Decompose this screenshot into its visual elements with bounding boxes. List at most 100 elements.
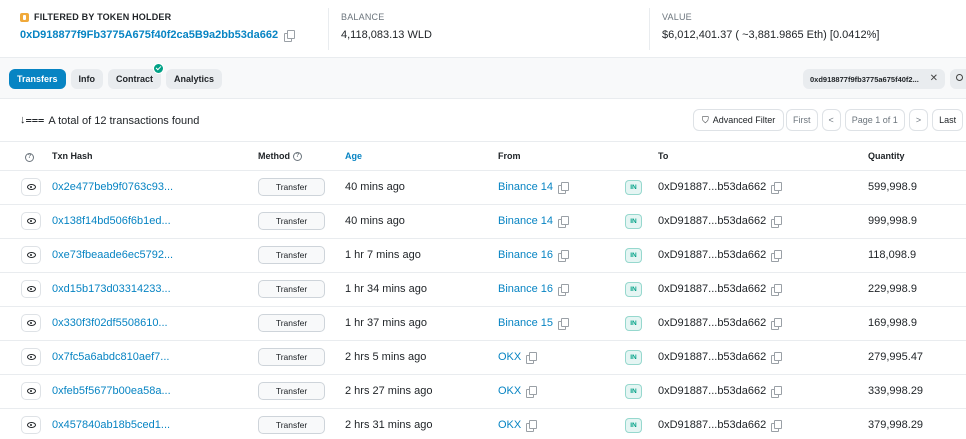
balance-label: BALANCE [341,12,385,22]
from-cell: OKX [498,340,625,375]
copy-icon[interactable] [558,318,570,330]
copy-icon[interactable] [558,182,570,194]
copy-icon[interactable] [558,284,570,296]
holder-section: FILTERED BY TOKEN HOLDER 0xD918877f9Fb37… [20,12,296,42]
to-cell: 0xD91887...b53da662 [658,408,868,439]
preview-cell [0,204,52,239]
txn-hash-link[interactable]: 0xd15b173d03314233... [52,272,258,307]
copy-icon[interactable] [558,216,570,228]
quantity-cell: 229,998.9 [868,272,966,307]
from-link[interactable]: OKX [498,385,521,397]
prev-page-button[interactable]: < [821,109,841,131]
copy-icon[interactable] [771,318,783,330]
method-cell: Transfer [258,170,345,205]
in-badge: IN [625,383,642,399]
txn-hash-link[interactable]: 0xe73fbeaade6ec5792... [52,238,258,273]
copy-icon[interactable] [526,352,538,364]
copy-icon[interactable] [526,386,538,398]
method-cell: Transfer [258,340,345,375]
txn-hash-link[interactable]: 0x7fc5a6abdc810aef7... [52,340,258,375]
direction-cell: IN [625,408,658,439]
from-cell: OKX [498,408,625,439]
from-link[interactable]: OKX [498,351,521,363]
value-value: $6,012,401.37 ( ~3,881.9865 Eth) [0.0412… [662,29,880,41]
holder-address[interactable]: 0xD918877f9Fb3775A675f40f2ca5B9a2bb53da6… [20,29,296,42]
from-link[interactable]: Binance 16 [498,283,553,295]
to-address: 0xD91887...b53da662 [658,317,767,329]
preview-button[interactable] [21,314,41,332]
copy-icon[interactable] [771,182,783,194]
txn-hash-link[interactable]: 0x2e477beb9f0763c93... [52,170,258,205]
direction-cell: IN [625,374,658,409]
preview-button[interactable] [21,178,41,196]
direction-cell: IN [625,306,658,341]
table-header-row: ? Txn Hash Method? Age From To Quantity [0,142,966,171]
tab-contract[interactable]: Contract [108,63,165,89]
age-cell: 40 mins ago [345,204,498,239]
method-cell: Transfer [258,408,345,439]
preview-button[interactable] [21,280,41,298]
from-cell: Binance 14 [498,170,625,205]
preview-button[interactable] [21,382,41,400]
preview-button[interactable] [21,212,41,230]
to-cell: 0xD91887...b53da662 [658,272,868,307]
transactions-table: ? Txn Hash Method? Age From To Quantity … [0,142,966,439]
copy-icon[interactable] [771,250,783,262]
direction-cell: IN [625,272,658,307]
search-button[interactable] [950,69,966,89]
txn-hash-link[interactable]: 0x457840ab18b5ced1... [52,408,258,439]
address-filter-chip[interactable]: 0xd918877f9fb3775a675f40f2... ✕ [803,69,945,89]
copy-icon[interactable] [771,420,783,432]
age-header[interactable]: Age [345,142,498,171]
tab-bar: Transfers Info Contract Analytics [9,63,223,89]
transactions-summary: ↓⩶ A total of 12 transactions found [20,114,199,127]
copy-icon[interactable] [284,30,296,42]
quantity-header: Quantity [868,142,966,171]
from-link[interactable]: OKX [498,419,521,431]
sort-icon[interactable]: ↓⩶ [20,114,44,127]
txn-hash-link[interactable]: 0xfeb5f5677b00ea58a... [52,374,258,409]
direction-cell: IN [625,340,658,375]
quantity-cell: 279,995.47 [868,340,966,375]
advanced-filter-button[interactable]: ⛉ Advanced Filter [693,109,785,131]
copy-icon[interactable] [771,216,783,228]
info-column-header: ? [0,142,52,171]
to-cell: 0xD91887...b53da662 [658,306,868,341]
summary-text: A total of 12 transactions found [48,114,200,127]
txn-hash-link[interactable]: 0x138f14bd506f6b1ed... [52,204,258,239]
tab-analytics[interactable]: Analytics [166,69,223,89]
eye-icon [26,286,36,292]
info-icon[interactable]: ? [25,152,34,162]
method-header-text: Method [258,150,290,161]
age-cell: 2 hrs 5 mins ago [345,340,498,375]
from-link[interactable]: Binance 15 [498,317,553,329]
last-page-button[interactable]: Last [932,109,964,131]
preview-button[interactable] [21,348,41,366]
first-page-button[interactable]: First [786,109,818,131]
tab-transfers[interactable]: Transfers [9,69,66,89]
tab-info[interactable]: Info [70,69,104,89]
to-cell: 0xD91887...b53da662 [658,374,868,409]
copy-icon[interactable] [771,386,783,398]
txn-hash-link[interactable]: 0x330f3f02df5508610... [52,306,258,341]
preview-button[interactable] [21,246,41,264]
from-link[interactable]: Binance 16 [498,249,553,261]
copy-icon[interactable] [558,250,570,262]
copy-icon[interactable] [771,284,783,296]
from-link[interactable]: Binance 14 [498,215,553,227]
to-address: 0xD91887...b53da662 [658,215,767,227]
info-icon[interactable]: ? [293,151,302,161]
next-page-button[interactable]: > [908,109,929,131]
preview-button[interactable] [21,416,41,434]
from-link[interactable]: Binance 14 [498,181,553,193]
direction-header [625,142,658,171]
method-badge: Transfer [258,314,325,332]
holder-address-text[interactable]: 0xD918877f9Fb3775A675f40f2ca5B9a2bb53da6… [20,29,278,41]
copy-icon[interactable] [771,352,783,364]
table-row: 0xe73fbeaade6ec5792... Transfer 1 hr 7 m… [0,238,966,273]
tab-contract-label: Contract [116,74,154,84]
holder-label: FILTERED BY TOKEN HOLDER [20,12,294,22]
in-badge: IN [625,247,642,263]
copy-icon[interactable] [526,420,538,432]
close-icon[interactable]: ✕ [930,73,938,84]
